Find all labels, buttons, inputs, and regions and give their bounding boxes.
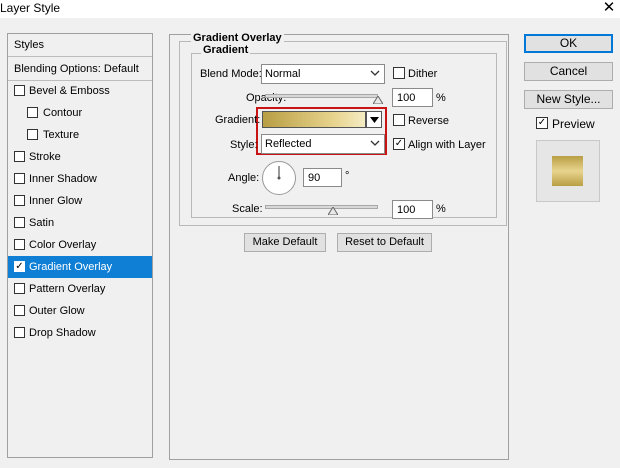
style-item-checkbox[interactable] (14, 239, 25, 250)
style-item-checkbox[interactable] (14, 173, 25, 184)
opacity-slider-thumb[interactable] (373, 96, 383, 104)
angle-label: Angle: (228, 172, 260, 184)
style-item-label: Texture (43, 129, 80, 141)
title-bar (0, 0, 620, 18)
align-with-layer-checkbox[interactable]: ✓ (393, 138, 405, 150)
blend-mode-label: Blend Mode: (200, 68, 262, 80)
style-item-checkbox[interactable] (14, 217, 25, 228)
style-item-label: Color Overlay (29, 239, 97, 251)
gradient-subgroup-title: Gradient (201, 44, 251, 56)
style-item-label: Gradient Overlay (29, 261, 113, 273)
style-item-checkbox[interactable]: ✓ (14, 261, 25, 272)
preview-label: Preview (552, 117, 595, 131)
gradient-label: Gradient: (215, 114, 261, 126)
preview-thumbnail (536, 140, 600, 202)
scale-unit: % (436, 203, 446, 215)
style-item-stroke[interactable]: Stroke (8, 146, 152, 168)
scale-slider-thumb[interactable] (327, 207, 338, 215)
angle-value: 90 (308, 172, 321, 184)
scale-label: Scale: (232, 203, 263, 215)
scale-slider-track[interactable] (265, 205, 378, 209)
style-item-inner-glow[interactable]: Inner Glow (8, 190, 152, 212)
check-icon: ✓ (537, 117, 547, 128)
scale-value: 100 (397, 204, 416, 216)
gradient-dropdown-button[interactable] (366, 111, 382, 128)
preview-swatch (552, 156, 583, 186)
blend-mode-value: Normal (265, 68, 301, 80)
style-item-label: Stroke (29, 151, 61, 163)
chevron-down-icon (370, 140, 380, 146)
style-item-checkbox[interactable] (27, 107, 38, 118)
opacity-slider-track[interactable] (265, 94, 378, 98)
reset-to-default-button[interactable]: Reset to Default (337, 233, 432, 252)
style-item-label: Contour (43, 107, 83, 119)
blending-options-item[interactable]: Blending Options: Default (8, 58, 152, 81)
close-icon[interactable]: ✕ (600, 0, 618, 17)
new-style-button[interactable]: New Style... (524, 90, 613, 109)
style-item-outer-glow[interactable]: Outer Glow (8, 300, 152, 322)
opacity-input[interactable]: 100 (392, 88, 433, 107)
style-item-bevel-emboss[interactable]: Bevel & Emboss (8, 80, 152, 102)
style-item-label: Pattern Overlay (29, 283, 106, 295)
style-item-checkbox[interactable] (14, 327, 25, 338)
reverse-label: Reverse (408, 115, 449, 127)
styles-list: Styles Blending Options: Default Bevel &… (7, 33, 153, 458)
style-item-drop-shadow[interactable]: Drop Shadow (8, 322, 152, 344)
style-item-label: Outer Glow (29, 305, 85, 317)
style-item-label: Inner Glow (29, 195, 83, 207)
style-item-checkbox[interactable] (14, 85, 25, 96)
style-item-label: Satin (29, 217, 55, 229)
dither-label: Dither (408, 68, 438, 80)
preview-checkbox[interactable]: ✓ (536, 117, 548, 129)
style-item-label: Inner Shadow (29, 173, 97, 185)
style-item-checkbox[interactable] (14, 195, 25, 206)
style-item-label: Drop Shadow (29, 327, 96, 339)
styles-header[interactable]: Styles (8, 34, 152, 57)
opacity-unit: % (436, 92, 446, 104)
scale-input[interactable]: 100 (392, 200, 433, 219)
style-item-checkbox[interactable] (27, 129, 38, 140)
style-select[interactable]: Reflected (261, 134, 385, 154)
style-item-checkbox[interactable] (14, 283, 25, 294)
style-item-pattern-overlay[interactable]: Pattern Overlay (8, 278, 152, 300)
styles-header-label: Styles (14, 39, 44, 51)
cancel-button[interactable]: Cancel (524, 62, 613, 81)
triangle-down-icon (370, 117, 379, 123)
style-item-inner-shadow[interactable]: Inner Shadow (8, 168, 152, 190)
angle-dial[interactable] (261, 160, 297, 196)
gradient-overlay-title: Gradient Overlay (191, 32, 284, 44)
style-item-contour[interactable]: Contour (8, 102, 152, 124)
dither-checkbox[interactable] (393, 67, 405, 79)
style-item-satin[interactable]: Satin (8, 212, 152, 234)
reverse-checkbox[interactable] (393, 114, 405, 126)
style-label: Style: (230, 139, 258, 151)
blending-options-label: Blending Options: Default (14, 63, 139, 75)
make-default-button[interactable]: Make Default (244, 233, 326, 252)
align-with-layer-label: Align with Layer (408, 139, 486, 151)
check-icon: ✓ (394, 138, 404, 149)
chevron-down-icon (370, 70, 380, 76)
ok-button[interactable]: OK (524, 34, 613, 53)
style-item-texture[interactable]: Texture (8, 124, 152, 146)
angle-unit: ° (345, 170, 350, 182)
opacity-value: 100 (397, 92, 416, 104)
style-item-checkbox[interactable] (14, 305, 25, 316)
style-item-gradient-overlay[interactable]: ✓ Gradient Overlay (8, 256, 152, 278)
style-item-checkbox[interactable] (14, 151, 25, 162)
style-item-color-overlay[interactable]: Color Overlay (8, 234, 152, 256)
style-item-label: Bevel & Emboss (29, 85, 110, 97)
blend-mode-select[interactable]: Normal (261, 64, 385, 84)
angle-input[interactable]: 90 (303, 168, 342, 187)
gradient-swatch[interactable] (262, 111, 366, 128)
style-value: Reflected (265, 138, 312, 150)
window-title: Layer Style (0, 1, 61, 15)
